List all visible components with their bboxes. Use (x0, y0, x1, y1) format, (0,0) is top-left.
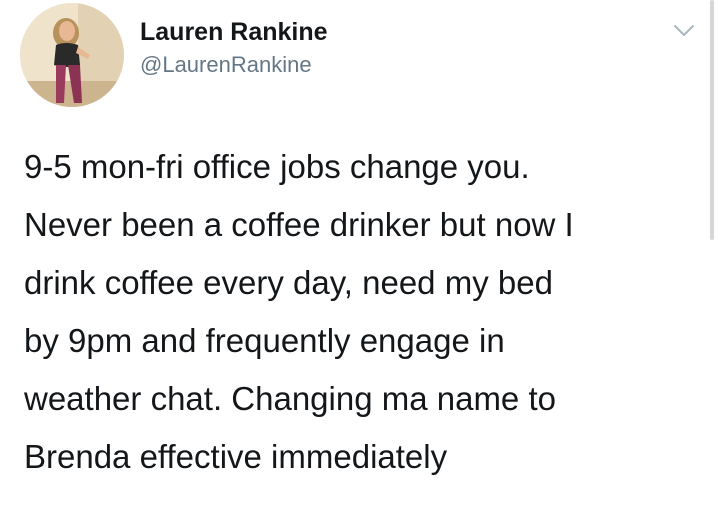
tweet-card: Lauren Rankine @LaurenRankine 9-5 mon-fr… (0, 0, 720, 520)
author-avatar[interactable] (20, 3, 124, 107)
author-display-name[interactable]: Lauren Rankine (140, 18, 328, 47)
tweet-text-line: drink coffee every day, need my bed (24, 264, 553, 301)
tweet-text-line: Never been a coffee drinker but now I (24, 206, 574, 243)
tweet-text: 9-5 mon-fri office jobs change you. Neve… (24, 138, 704, 486)
tweet-text-line: by 9pm and frequently engage in (24, 322, 505, 359)
scrollbar[interactable] (710, 0, 714, 240)
tweet-text-line: 9-5 mon-fri office jobs change you. (24, 148, 530, 185)
author-handle[interactable]: @LaurenRankine (140, 52, 312, 78)
tweet-text-line: weather chat. Changing ma name to (24, 380, 556, 417)
tweet-text-line: Brenda effective immediately (24, 438, 448, 475)
avatar-photo-icon (20, 3, 124, 107)
chevron-down-icon[interactable] (672, 22, 696, 40)
